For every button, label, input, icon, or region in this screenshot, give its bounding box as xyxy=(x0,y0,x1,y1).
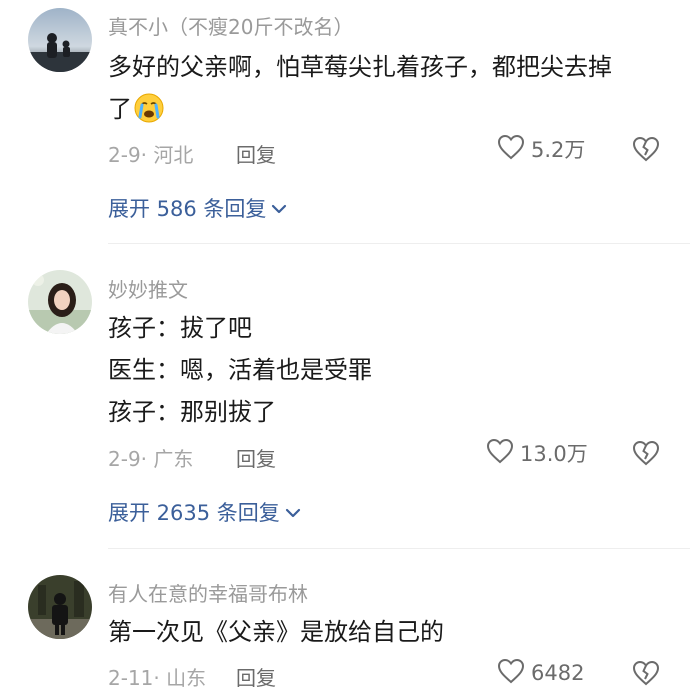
expand-replies-label: 展开 2635 条回复 xyxy=(108,501,280,525)
dislike-button[interactable] xyxy=(632,660,660,690)
broken-heart-icon xyxy=(632,136,660,166)
like-button[interactable]: 6482 xyxy=(497,658,584,688)
like-count: 13.0万 xyxy=(520,442,588,466)
date-location: 2-9· 河北 xyxy=(108,143,194,167)
comment-line: 医生：嗯，活着也是受罪 xyxy=(108,356,372,384)
comment-line: 孩子：拔了吧 xyxy=(108,314,252,342)
username[interactable]: 有人在意的幸福哥布林 xyxy=(108,578,308,607)
username[interactable]: 真不小（不瘦20斤不改名） xyxy=(108,11,353,40)
avatar[interactable] xyxy=(28,8,92,72)
dislike-button[interactable] xyxy=(632,136,660,166)
divider xyxy=(108,243,690,244)
reply-button[interactable]: 回复 xyxy=(236,139,276,168)
reply-button[interactable]: 回复 xyxy=(236,443,276,472)
avatar-image xyxy=(28,575,92,639)
like-count: 5.2万 xyxy=(531,138,586,162)
expand-replies-button[interactable]: 展开 2635 条回复 xyxy=(108,497,302,527)
crying-face-icon xyxy=(134,93,164,136)
date-location: 2-11· 山东 xyxy=(108,666,207,690)
comment-text: 第一次见《父亲》是放给自己的 xyxy=(108,611,668,653)
heart-icon xyxy=(497,658,525,688)
like-button[interactable]: 13.0万 xyxy=(486,438,588,468)
reply-button[interactable]: 回复 xyxy=(236,662,276,691)
heart-icon xyxy=(486,438,514,468)
username[interactable]: 妙妙推文 xyxy=(108,274,188,303)
comment-line: 孩子：那别拔了 xyxy=(108,398,276,426)
like-button[interactable]: 5.2万 xyxy=(497,134,585,164)
date-location: 2-9· 广东 xyxy=(108,447,194,471)
like-count: 6482 xyxy=(531,661,585,685)
comment-text: 孩子：拔了吧 医生：嗯，活着也是受罪 孩子：那别拔了 xyxy=(108,307,668,433)
broken-heart-icon xyxy=(632,440,660,470)
expand-replies-button[interactable]: 展开 586 条回复 xyxy=(108,193,288,223)
avatar[interactable] xyxy=(28,270,92,334)
dislike-button[interactable] xyxy=(632,440,660,470)
chevron-down-icon xyxy=(270,196,288,220)
comment-line: 第一次见《父亲》是放给自己的 xyxy=(108,618,444,646)
chevron-down-icon xyxy=(284,500,302,524)
avatar-image xyxy=(28,8,92,72)
expand-replies-label: 展开 586 条回复 xyxy=(108,197,267,221)
avatar-image xyxy=(28,270,92,334)
comment-line: 多好的父亲啊，怕草莓尖扎着孩子，都把尖去掉 xyxy=(108,53,612,81)
broken-heart-icon xyxy=(632,660,660,690)
divider xyxy=(108,548,690,549)
comment-line: 了 xyxy=(108,88,668,136)
comment-text: 多好的父亲啊，怕草莓尖扎着孩子，都把尖去掉 了 xyxy=(108,46,668,136)
heart-icon xyxy=(497,134,525,164)
avatar[interactable] xyxy=(28,575,92,639)
